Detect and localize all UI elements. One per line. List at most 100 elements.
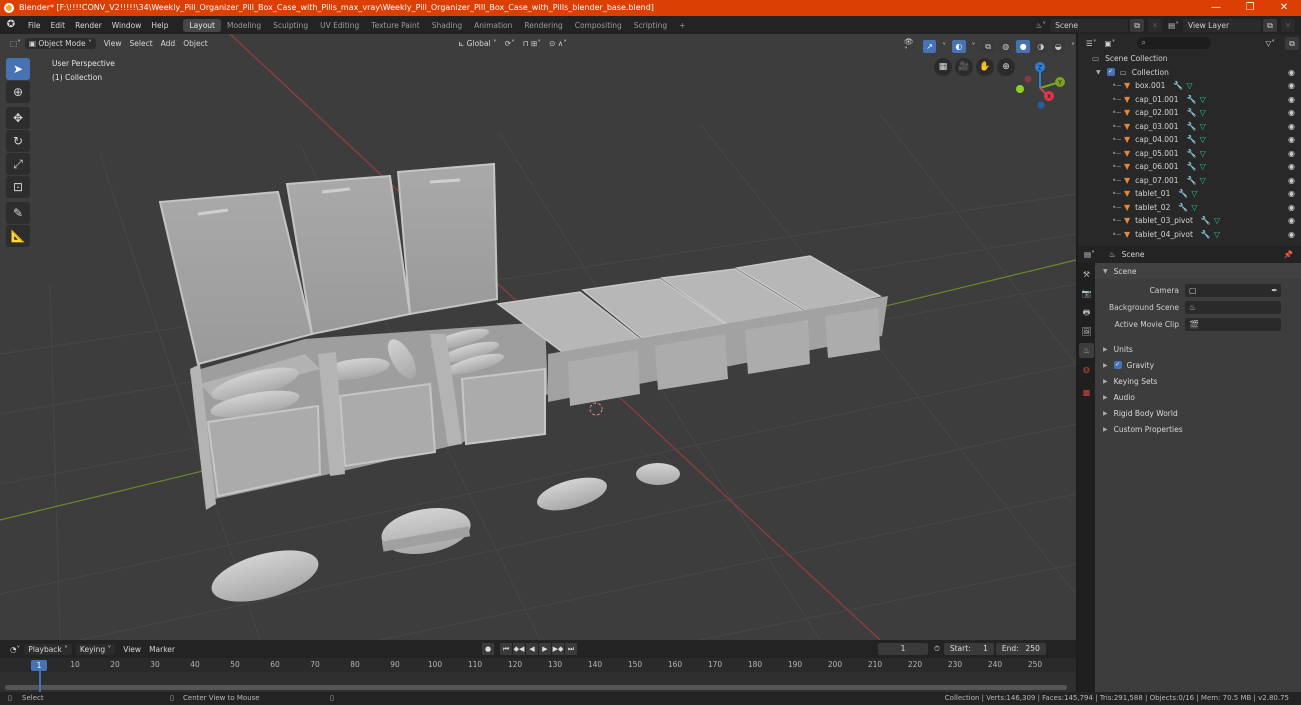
gizmo-neg-z-icon[interactable] bbox=[1037, 101, 1045, 109]
pin-icon[interactable]: 📌 bbox=[1284, 250, 1293, 259]
gizmo-neg-x-icon[interactable] bbox=[1024, 75, 1032, 83]
outliner-editor-icon[interactable]: ☰˅ bbox=[1082, 38, 1100, 49]
new-scene-icon[interactable]: ⧉ bbox=[1130, 18, 1145, 32]
timeline-view-menu[interactable]: View bbox=[119, 644, 145, 655]
eye-icon[interactable]: ◉ bbox=[1288, 135, 1295, 144]
keying-menu[interactable]: Keying ˅ bbox=[75, 643, 116, 655]
modifier-wrench-icon[interactable]: 🔧 bbox=[1187, 95, 1197, 104]
modifier-wrench-icon[interactable]: 🔧 bbox=[1178, 189, 1188, 198]
rotate-tool-icon[interactable]: ↻ bbox=[6, 130, 30, 152]
transform-tool-icon[interactable]: ⊡ bbox=[6, 176, 30, 198]
pivot-icon[interactable]: ⟳˅ bbox=[501, 38, 519, 49]
display-mode-icon[interactable]: ▣˅ bbox=[1100, 38, 1119, 49]
outliner-search-input[interactable]: ⌕ bbox=[1137, 37, 1212, 49]
output-tab-icon[interactable]: 🖶 bbox=[1079, 305, 1094, 320]
pan-hand-icon[interactable]: ✋ bbox=[976, 58, 994, 76]
menu-render[interactable]: Render bbox=[70, 21, 107, 30]
outliner-object-row[interactable]: •─ ▼ tablet_02 🔧 ▽ ◉ bbox=[1078, 201, 1301, 215]
menu-help[interactable]: Help bbox=[146, 21, 173, 30]
jump-start-icon[interactable]: ⏮ bbox=[500, 643, 512, 655]
scale-tool-icon[interactable]: ⤢ bbox=[6, 153, 30, 175]
eye-icon[interactable]: ◉ bbox=[1288, 162, 1295, 171]
filter-icon[interactable]: ▽˅ bbox=[1261, 38, 1279, 49]
new-collection-icon[interactable]: ⧉ bbox=[1285, 36, 1299, 50]
xray-toggle-icon[interactable]: ⧉ bbox=[981, 39, 995, 53]
mesh-data-icon[interactable]: ▽ bbox=[1200, 95, 1206, 104]
loose-tablet-round[interactable] bbox=[636, 463, 680, 485]
outliner-object-row[interactable]: •─ ▼ box.001 🔧 ▽ ◉ bbox=[1078, 79, 1301, 93]
gravity-panel-header[interactable]: ▶ ✓ Gravity bbox=[1095, 357, 1301, 373]
view-layer-icon[interactable]: ▤˅ bbox=[1168, 21, 1179, 30]
playhead[interactable]: 1 bbox=[31, 660, 47, 671]
tab-layout[interactable]: Layout bbox=[183, 18, 221, 32]
custom-properties-panel-header[interactable]: ▶ Custom Properties bbox=[1095, 421, 1301, 437]
properties-editor-icon[interactable]: ▤˅ bbox=[1084, 250, 1095, 259]
material-shading-icon[interactable]: ◑ bbox=[1033, 39, 1048, 53]
movie-clip-field[interactable]: 🎬 bbox=[1185, 318, 1281, 331]
loose-capsule[interactable] bbox=[534, 471, 611, 517]
mesh-data-icon[interactable]: ▽ bbox=[1200, 135, 1206, 144]
camera-field[interactable]: ▢ ✒ bbox=[1185, 284, 1281, 297]
blender-menu-icon[interactable]: ✪ bbox=[5, 19, 17, 31]
playback-menu[interactable]: Playback ˅ bbox=[24, 643, 72, 655]
units-panel-header[interactable]: ▶ Units bbox=[1095, 341, 1301, 357]
select-box-tool-icon[interactable]: ➤ bbox=[6, 58, 30, 80]
scene-icon[interactable]: ♨˅ bbox=[1036, 21, 1046, 30]
tab-animation[interactable]: Animation bbox=[468, 19, 518, 32]
start-frame-field[interactable]: Start: 1 bbox=[943, 643, 994, 655]
outliner-object-row[interactable]: •─ ▼ tablet_03_pivot 🔧 ▽ ◉ bbox=[1078, 214, 1301, 228]
outliner-object-row[interactable]: •─ ▼ cap_02.001 🔧 ▽ ◉ bbox=[1078, 106, 1301, 120]
mesh-data-icon[interactable]: ▽ bbox=[1200, 108, 1206, 117]
gizmo-dropdown-icon[interactable]: ˅ bbox=[938, 41, 950, 52]
jump-end-icon[interactable]: ⏭ bbox=[565, 643, 577, 655]
overlay-dropdown-icon[interactable]: ˅ bbox=[968, 41, 980, 52]
close-button[interactable]: ✕ bbox=[1267, 0, 1301, 16]
tab-shading[interactable]: Shading bbox=[426, 19, 468, 32]
modifier-wrench-icon[interactable]: 🔧 bbox=[1178, 203, 1188, 212]
mesh-data-icon[interactable]: ▽ bbox=[1200, 162, 1206, 171]
eye-icon[interactable]: ◉ bbox=[1288, 149, 1295, 158]
menu-file[interactable]: File bbox=[23, 21, 46, 30]
outliner-object-row[interactable]: •─ ▼ cap_04.001 🔧 ▽ ◉ bbox=[1078, 133, 1301, 147]
mesh-data-icon[interactable]: ▽ bbox=[1200, 149, 1206, 158]
mesh-data-icon[interactable]: ▽ bbox=[1191, 203, 1197, 212]
eye-icon[interactable]: ◉ bbox=[1288, 68, 1295, 77]
tab-rendering[interactable]: Rendering bbox=[518, 19, 568, 32]
tab-compositing[interactable]: Compositing bbox=[569, 19, 628, 32]
overlay-toggle-icon[interactable]: ◐ bbox=[952, 39, 966, 53]
audio-panel-header[interactable]: ▶ Audio bbox=[1095, 389, 1301, 405]
modifier-wrench-icon[interactable]: 🔧 bbox=[1187, 176, 1197, 185]
outliner-collection[interactable]: ▼ ✓ ▭ Collection ◉ bbox=[1078, 66, 1301, 80]
play-icon[interactable]: ▶ bbox=[539, 643, 551, 655]
viewport-menu-object[interactable]: Object bbox=[179, 38, 211, 49]
view-layer-tab-icon[interactable]: 🖼 bbox=[1079, 324, 1094, 339]
mesh-data-icon[interactable]: ▽ bbox=[1191, 189, 1197, 198]
wireframe-shading-icon[interactable]: ◍ bbox=[998, 39, 1013, 53]
eye-icon[interactable]: ◉ bbox=[1288, 176, 1295, 185]
tab-modeling[interactable]: Modeling bbox=[221, 19, 267, 32]
viewport-menu-select[interactable]: Select bbox=[126, 38, 157, 49]
modifier-wrench-icon[interactable]: 🔧 bbox=[1201, 216, 1211, 225]
outliner-object-row[interactable]: •─ ▼ cap_01.001 🔧 ▽ ◉ bbox=[1078, 93, 1301, 107]
mesh-data-icon[interactable]: ▽ bbox=[1186, 81, 1192, 90]
outliner-object-row[interactable]: •─ ▼ cap_03.001 🔧 ▽ ◉ bbox=[1078, 120, 1301, 134]
modifier-wrench-icon[interactable]: 🔧 bbox=[1173, 81, 1183, 90]
prev-keyframe-icon[interactable]: ◆◀ bbox=[513, 643, 525, 655]
snap-icon[interactable]: ⊓ ⊞˅ bbox=[519, 38, 545, 49]
frame-ruler[interactable]: 10 20 30 40 50 60 70 80 90 100 110 120 130 140 150 160 1… bbox=[0, 658, 1076, 672]
modifier-wrench-icon[interactable]: 🔧 bbox=[1201, 230, 1211, 239]
rigid-body-world-panel-header[interactable]: ▶ Rigid Body World bbox=[1095, 405, 1301, 421]
next-keyframe-icon[interactable]: ▶◆ bbox=[552, 643, 564, 655]
timeline-scrollbar[interactable] bbox=[5, 685, 1067, 690]
proportional-edit-icon[interactable]: ⊙ ∧˅ bbox=[545, 38, 571, 49]
mesh-data-icon[interactable]: ▽ bbox=[1214, 216, 1220, 225]
eye-icon[interactable]: ◉ bbox=[1288, 122, 1295, 131]
mesh-data-icon[interactable]: ▽ bbox=[1200, 176, 1206, 185]
gizmo-neg-y-icon[interactable] bbox=[1016, 85, 1024, 93]
navigation-gizmo[interactable]: Z Y X bbox=[1010, 58, 1070, 118]
mesh-data-icon[interactable]: ▽ bbox=[1214, 230, 1220, 239]
keying-sets-panel-header[interactable]: ▶ Keying Sets bbox=[1095, 373, 1301, 389]
eye-icon[interactable]: ◉ bbox=[1288, 95, 1295, 104]
tab-scripting[interactable]: Scripting bbox=[628, 19, 673, 32]
rendered-shading-icon[interactable]: ◒ bbox=[1051, 39, 1066, 53]
